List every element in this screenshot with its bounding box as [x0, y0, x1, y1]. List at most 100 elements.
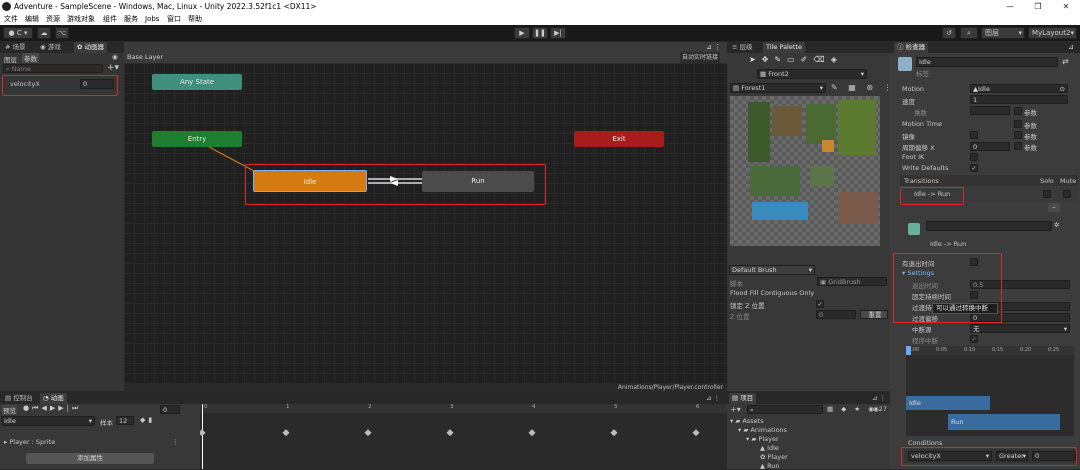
tile-palette-grid[interactable]: [730, 96, 880, 246]
record-icon[interactable]: ●: [23, 404, 32, 412]
tab-hierarchy[interactable]: ≡ 层级: [729, 42, 756, 53]
fixed-duration-checkbox[interactable]: [970, 291, 978, 299]
lock-icon[interactable]: ⊿ ⋮: [706, 393, 720, 404]
keyframe[interactable]: [528, 429, 536, 437]
settings-icon[interactable]: ⇄: [1062, 57, 1069, 66]
parameter-search-input[interactable]: ⌕ Name: [3, 64, 103, 73]
tree-animations[interactable]: ▾ ▰ Animations: [738, 426, 787, 434]
account-button[interactable]: ● C ▾: [3, 27, 33, 39]
tab-console[interactable]: ▤ 控制台: [2, 393, 36, 404]
tree-tile[interactable]: [748, 102, 770, 162]
brush-dropdown[interactable]: Default Brush ▾: [729, 265, 815, 275]
pause-button[interactable]: ❚❚: [532, 27, 548, 39]
motion-field[interactable]: ▲Idle ⊙: [970, 84, 1068, 93]
multiplier-param-checkbox[interactable]: [1014, 107, 1022, 115]
keyframe[interactable]: [282, 429, 290, 437]
subtab-parameters[interactable]: 参数: [22, 53, 39, 63]
add-property-button[interactable]: 添加属性: [26, 453, 154, 464]
mute-checkbox[interactable]: [1063, 190, 1071, 198]
project-search-input[interactable]: ⌕: [747, 405, 823, 414]
tab-tile-palette[interactable]: Tile Palette: [763, 42, 805, 53]
step-button[interactable]: ▶|: [550, 27, 566, 39]
samples-input[interactable]: 12: [116, 416, 134, 425]
lock-icon[interactable]: ⊿ ⋮: [706, 42, 721, 53]
move-tool-icon[interactable]: ✥: [762, 55, 775, 64]
tilemap-dropdown[interactable]: ▤ Forest1 ▾: [730, 83, 826, 93]
menu-jobs[interactable]: Jobs: [145, 13, 159, 25]
tree-player-folder[interactable]: ▾ ▰ Player: [746, 435, 779, 443]
chest-tile[interactable]: [822, 140, 834, 152]
settings-foldout[interactable]: ▾ Settings: [902, 269, 934, 277]
motion-time-param-checkbox[interactable]: [1014, 120, 1022, 128]
ordered-interruption-checkbox[interactable]: ✓: [970, 335, 978, 343]
remove-transition-button[interactable]: –: [1048, 203, 1060, 212]
menu-assets[interactable]: 资源: [46, 13, 60, 25]
project-filter-icons[interactable]: ▦ ◆ ★ ◉: [827, 405, 877, 413]
cycle-offset-param-checkbox[interactable]: [1014, 142, 1022, 150]
palette-options-icon[interactable]: ✎ ▦ ⊛ ⋮: [831, 83, 896, 92]
keyframe[interactable]: [692, 429, 700, 437]
parameter-value-input[interactable]: 0: [80, 79, 114, 89]
transition-timeline[interactable]: 0:00 0:05 0:10 0:15 0:20 0:25 Idle Run: [906, 346, 1074, 436]
menu-window[interactable]: 窗口: [167, 13, 181, 25]
maximize-button[interactable]: ❐: [1024, 0, 1052, 13]
last-frame-icon[interactable]: ⏭: [72, 404, 81, 412]
z-position-input[interactable]: 0: [816, 310, 856, 319]
layer-breadcrumb[interactable]: Base Layer: [127, 52, 163, 63]
exit-time-input[interactable]: 0.5: [970, 280, 1070, 289]
write-defaults-checkbox[interactable]: ✓: [970, 164, 978, 172]
ground-tile[interactable]: [750, 166, 800, 196]
playback-controls[interactable]: ●⏮◀▶▶|⏭: [23, 404, 81, 413]
playhead-marker[interactable]: [906, 346, 911, 355]
tab-animation[interactable]: ◔ 动画: [40, 393, 67, 404]
keyframe[interactable]: [364, 429, 372, 437]
has-exit-time-checkbox[interactable]: [970, 258, 978, 266]
props-tile[interactable]: [838, 192, 878, 224]
transition-item-idle-run[interactable]: Idle -> Run: [914, 190, 950, 198]
solo-checkbox[interactable]: [1043, 190, 1051, 198]
tab-project[interactable]: ▤ 项目: [729, 393, 757, 404]
preview-button[interactable]: 预览: [2, 405, 17, 415]
layout-dropdown[interactable]: MyLayout2 ▾: [1028, 27, 1077, 39]
tree-tile[interactable]: [806, 104, 836, 144]
interruption-source-dropdown[interactable]: 无 ▾: [970, 324, 1070, 333]
parameter-name[interactable]: velocityX: [10, 80, 40, 88]
menu-edit[interactable]: 编辑: [25, 13, 39, 25]
water-tile[interactable]: [752, 202, 808, 220]
select-tool-icon[interactable]: ➤: [749, 55, 762, 64]
cycle-offset-input[interactable]: 0: [970, 142, 1010, 151]
add-parameter-button[interactable]: +▾: [107, 63, 119, 73]
create-asset-button[interactable]: +▾: [730, 405, 741, 414]
timeline-clip-idle[interactable]: Idle: [906, 396, 990, 410]
play-icon[interactable]: ▶: [50, 404, 58, 412]
state-name-input[interactable]: Idle: [916, 57, 1058, 67]
brush-tool-icon[interactable]: ✎: [774, 55, 787, 64]
condition-parameter-dropdown[interactable]: velocityX ▾: [908, 451, 992, 461]
track-options-icon[interactable]: ⋮: [172, 438, 179, 446]
eye-icon[interactable]: ◉: [112, 53, 118, 61]
layers-dropdown[interactable]: 图层 ▾: [981, 27, 1025, 39]
transition-offset-input[interactable]: 0: [970, 313, 1070, 322]
tree-idle[interactable]: ▲ Idle: [760, 444, 779, 452]
reset-button[interactable]: 重置: [860, 310, 888, 319]
picker-tool-icon[interactable]: ✐: [801, 55, 814, 64]
animator-graph[interactable]: Any State Entry Exit Idle Run: [124, 63, 727, 383]
menu-component[interactable]: 组件: [103, 13, 117, 25]
foot-ik-checkbox[interactable]: [970, 153, 978, 161]
condition-value-input[interactable]: 0: [1032, 451, 1076, 461]
tab-inspector[interactable]: ⓘ 检查器: [894, 42, 929, 53]
live-link-toggle[interactable]: 自动实时链接: [680, 52, 721, 63]
house-tile[interactable]: [772, 106, 802, 136]
menu-services[interactable]: 服务: [124, 13, 138, 25]
lock-icon[interactable]: ⊿ ⋮: [872, 393, 886, 404]
history-button[interactable]: ↺: [942, 27, 956, 39]
tab-scene[interactable]: # 场景: [2, 42, 29, 53]
collab-button[interactable]: ⌥: [55, 27, 69, 39]
keyframe-tools[interactable]: ◆▮: [140, 416, 155, 424]
minimize-button[interactable]: —: [996, 0, 1024, 13]
tree-player-controller[interactable]: ✿ Player: [760, 453, 788, 461]
frame-input[interactable]: 0: [160, 405, 180, 414]
fill-tool-icon[interactable]: ◈: [831, 55, 843, 64]
keyframe[interactable]: [446, 429, 454, 437]
next-frame-icon[interactable]: ▶|: [58, 404, 72, 412]
